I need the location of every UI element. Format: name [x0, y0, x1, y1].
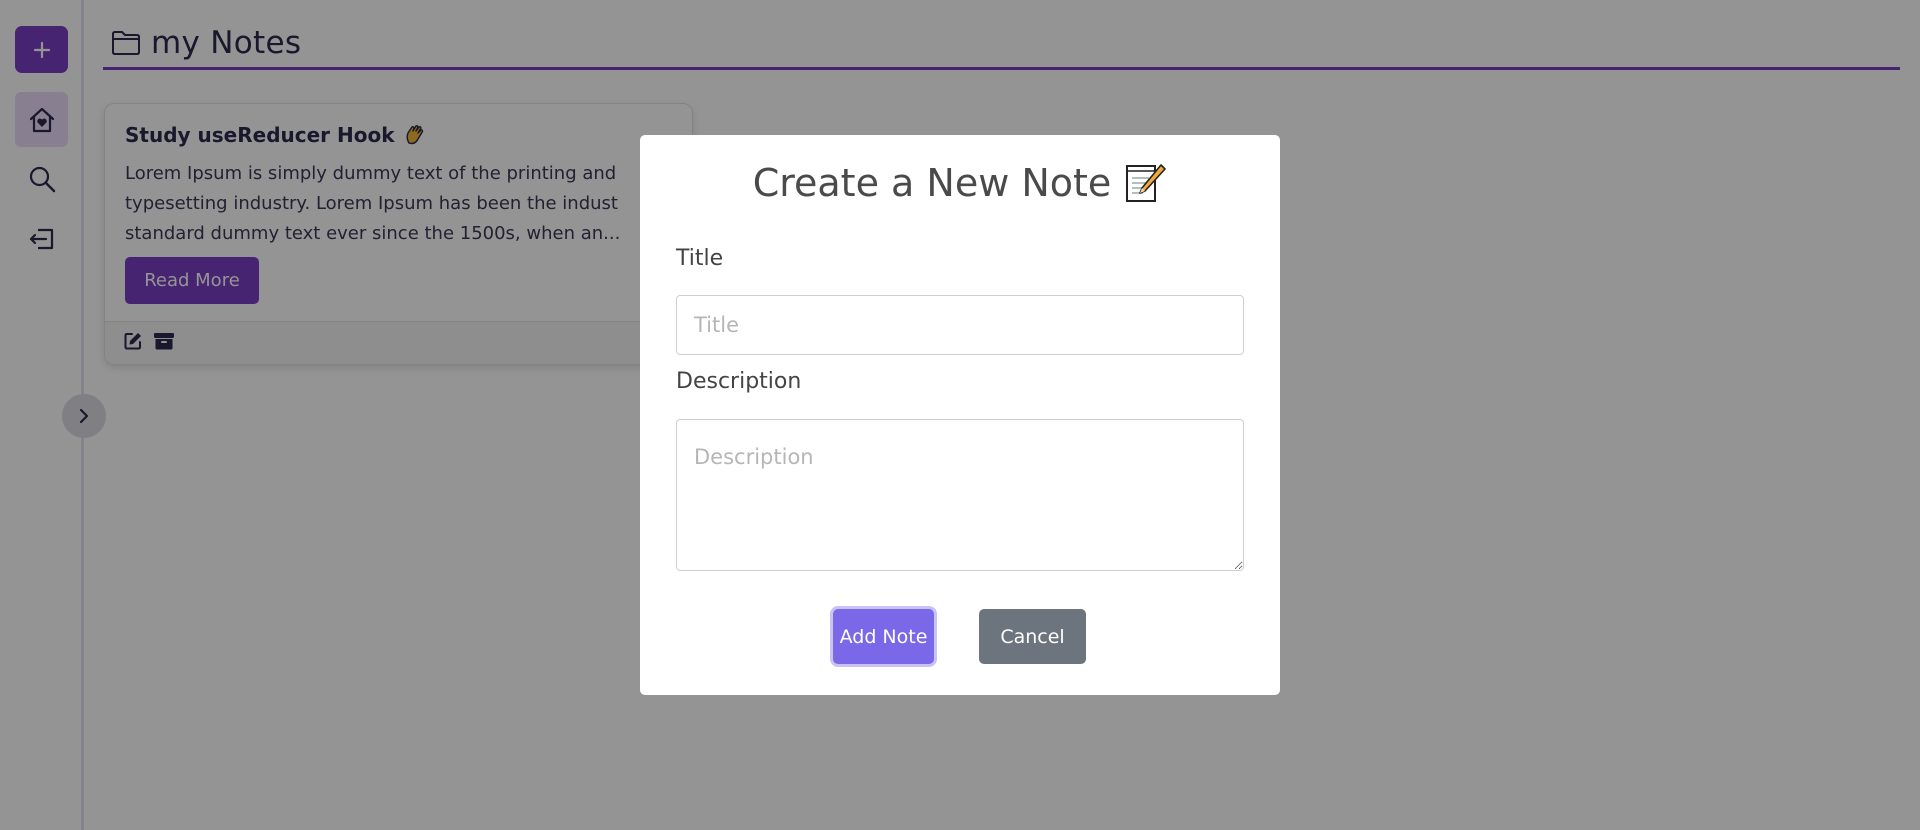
description-label: Description	[676, 369, 802, 394]
add-note-submit-button[interactable]: Add Note	[833, 609, 934, 664]
description-textarea[interactable]	[676, 419, 1244, 571]
title-input[interactable]	[676, 295, 1244, 355]
title-label: Title	[676, 246, 724, 271]
modal-title-row: Create a New Note	[640, 161, 1280, 205]
memo-icon	[1123, 161, 1167, 205]
cancel-button[interactable]: Cancel	[979, 609, 1086, 664]
modal-title: Create a New Note	[752, 161, 1112, 205]
create-note-modal: Create a New Note Title Description Add …	[640, 135, 1280, 695]
